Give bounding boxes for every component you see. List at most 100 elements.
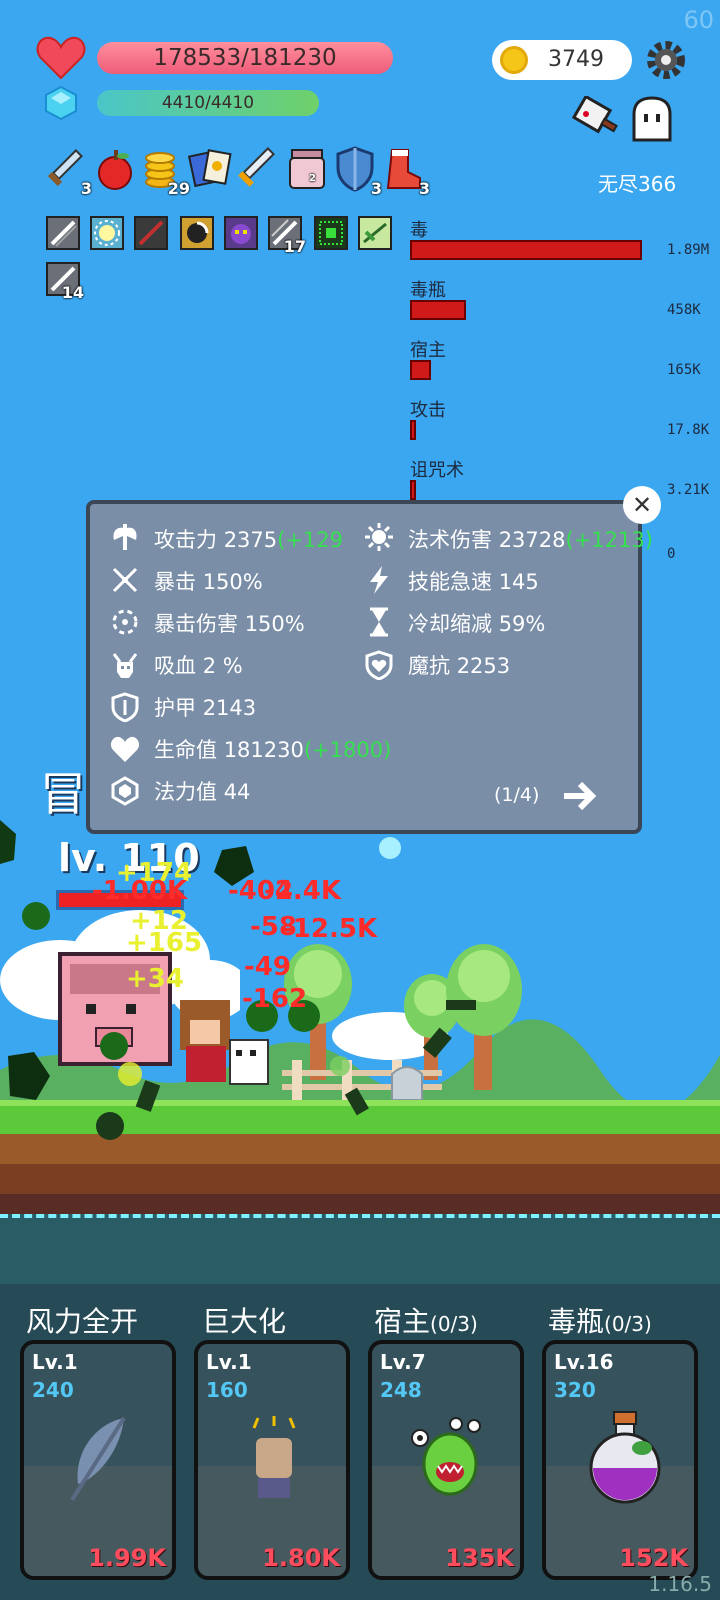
- ground-grass: [0, 1100, 720, 1134]
- crit-damage-icon: [110, 607, 140, 637]
- stat-armor: 护甲 2143: [154, 692, 256, 722]
- settings-gear-icon[interactable]: [646, 40, 686, 80]
- card-level: Lv.1: [32, 1350, 78, 1374]
- item-coins[interactable]: 29: [140, 146, 190, 198]
- mana-icon: [110, 776, 140, 806]
- poison-bottle-icon: [584, 1410, 664, 1506]
- item-apple[interactable]: [92, 146, 138, 192]
- item-shield[interactable]: 3: [332, 146, 382, 198]
- skill-spin-icon[interactable]: [180, 216, 214, 250]
- stat-value: 59%: [498, 612, 546, 636]
- skill-dark-slash-icon[interactable]: [134, 216, 168, 250]
- ghost-icon[interactable]: [630, 96, 674, 144]
- stat-skill-haste: 技能急速 145: [408, 566, 539, 596]
- version-label: 1.16.5: [648, 1572, 712, 1596]
- stat-label: 魔抗: [408, 654, 450, 678]
- dmg-bar: [410, 480, 416, 500]
- card-title: 毒瓶(0/3): [548, 1300, 652, 1340]
- skill-count: 17: [283, 237, 306, 256]
- dmg-label: 宿主: [410, 340, 446, 361]
- card-level: Lv.16: [554, 1350, 614, 1374]
- fist-icon: [244, 1414, 304, 1504]
- card-cost: 240: [32, 1378, 74, 1402]
- stat-lifesteal: 吸血 2 %: [154, 650, 243, 680]
- heart-icon: [36, 36, 86, 80]
- card-cost: 160: [206, 1378, 248, 1402]
- skill-demon-icon[interactable]: [224, 216, 258, 250]
- stat-value: 181230: [223, 738, 304, 762]
- skill-slash-icon[interactable]: [46, 216, 80, 250]
- skill-slash2-icon[interactable]: 17: [268, 216, 306, 256]
- stat-value: 44: [223, 780, 251, 804]
- magic-resist-icon: [364, 650, 394, 681]
- stat-label: 护甲: [154, 696, 196, 720]
- crit-icon: [110, 565, 140, 595]
- card-title-text: 巨大化: [202, 1305, 287, 1338]
- dmg-bar: [410, 240, 642, 260]
- stat-label: 生命值: [154, 738, 217, 762]
- tombstone: [390, 1064, 424, 1101]
- skill-card-host[interactable]: Lv.7 248 135K: [368, 1340, 524, 1580]
- floating-heal: +165: [126, 928, 203, 958]
- item-sword[interactable]: 3: [42, 146, 92, 198]
- armor-icon: [110, 692, 140, 723]
- card-title: 风力全开: [26, 1300, 138, 1340]
- skill-card-wind[interactable]: Lv.1 240 1.99K: [20, 1340, 176, 1580]
- card-progress: (0/3): [430, 1312, 478, 1336]
- stat-value: 145: [498, 570, 539, 594]
- stat-value: 2375: [223, 528, 278, 552]
- skill-leaf-icon[interactable]: [358, 216, 392, 250]
- stat-mana: 法力值 44: [154, 776, 250, 806]
- mp-text: 4410/4410: [161, 93, 255, 113]
- stat-label: 法力值: [154, 780, 217, 804]
- virus-monster-icon: [408, 1414, 492, 1504]
- dmg-label: 攻击: [410, 400, 446, 421]
- item-count: 3: [80, 179, 92, 198]
- mp-bar: 4410/4410: [97, 90, 319, 116]
- card-price: 152K: [619, 1544, 688, 1572]
- stat-value: 2143: [202, 696, 257, 720]
- card-price: 135K: [445, 1544, 514, 1572]
- next-page-arrow-icon[interactable]: [562, 780, 598, 812]
- skill-slash3-icon[interactable]: 14: [46, 262, 84, 302]
- card-title-text: 风力全开: [26, 1305, 139, 1338]
- skill-card-poison[interactable]: Lv.16 320 152K: [542, 1340, 698, 1580]
- stat-label: 暴击: [154, 570, 196, 594]
- gold-value: 3749: [548, 47, 604, 72]
- close-button[interactable]: ✕: [623, 486, 661, 524]
- hp-text: 178533/181230: [153, 45, 337, 71]
- card-cost: 248: [380, 1378, 422, 1402]
- stat-magic-resist: 魔抗 2253: [408, 650, 510, 680]
- feather-icon: [64, 1414, 134, 1504]
- skill-light-icon[interactable]: [90, 216, 124, 250]
- dmg-value: 458K: [667, 302, 701, 318]
- side-character: 冒: [40, 767, 86, 821]
- item-cards[interactable]: [187, 146, 234, 192]
- stat-value: 23728: [498, 528, 566, 552]
- stat-label: 暴击伤害: [154, 612, 238, 636]
- item-boot[interactable]: 3: [380, 146, 430, 198]
- heart-icon: [110, 734, 140, 764]
- hourglass-icon: [364, 607, 394, 637]
- tree: [444, 940, 524, 1090]
- stat-label: 冷却缩减: [408, 612, 492, 636]
- stat-value: 150%: [202, 570, 263, 594]
- card-title: 宿主(0/3): [374, 1300, 478, 1340]
- item-sword2[interactable]: [234, 146, 280, 192]
- dmg-label: 毒瓶: [410, 280, 446, 301]
- skill-matrix-icon[interactable]: [314, 216, 348, 250]
- floating-damage: -1.00K: [92, 876, 188, 906]
- stat-cooldown: 冷却缩减 59%: [408, 608, 545, 638]
- skill-card-giant[interactable]: Lv.1 160 1.80K: [194, 1340, 350, 1580]
- stat-hp: 生命值 181230(+1800): [154, 734, 391, 764]
- dmg-value: 165K: [667, 362, 701, 378]
- stat-value: 2253: [456, 654, 511, 678]
- card-cost: 320: [554, 1378, 596, 1402]
- dmg-bar: [410, 360, 431, 380]
- item-count: 2: [309, 173, 316, 184]
- item-jar[interactable]: 2: [284, 146, 330, 192]
- ground-dirt: [0, 1134, 720, 1214]
- water: [0, 1214, 720, 1284]
- cleaver-icon[interactable]: [571, 94, 622, 142]
- dmg-value: 17.8K: [667, 422, 710, 438]
